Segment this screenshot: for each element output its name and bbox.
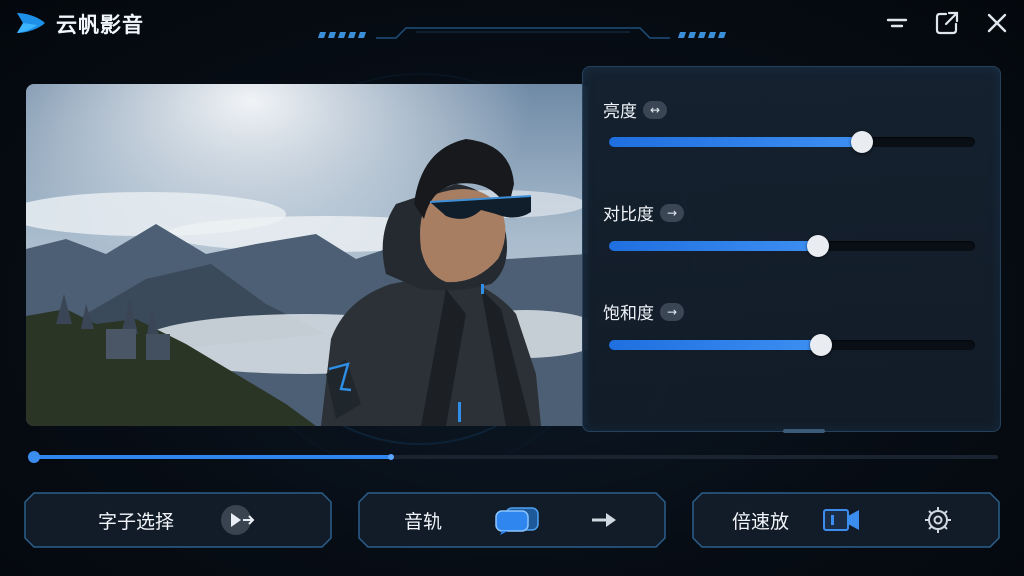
brightness-label: 亮度 ↔ <box>603 97 667 122</box>
playback-speed-label: 倍速放 <box>732 511 790 533</box>
saturation-slider-fill <box>609 340 822 350</box>
adjust-panel: 亮度 ↔ 对比度 → 饱和度 → <box>582 66 1001 433</box>
title-bar: 云帆影音 <box>0 0 1024 44</box>
play-forward-icon <box>221 505 255 535</box>
subtitle-select-label: 字子选择 <box>98 511 175 533</box>
video-camera-icon <box>823 509 859 531</box>
brightness-slider-handle[interactable] <box>850 131 873 153</box>
chat-bubbles-icon <box>495 507 539 535</box>
contrast-slider[interactable] <box>609 235 975 257</box>
title-deco-right <box>678 32 726 38</box>
arrow-right-icon <box>592 513 616 527</box>
minimize-button[interactable] <box>884 10 910 36</box>
settings-gear-icon[interactable] <box>924 506 952 534</box>
audio-track-label: 音轨 <box>404 511 443 533</box>
swap-icon: ↔ <box>643 100 667 119</box>
video-frame[interactable] <box>26 84 588 426</box>
contrast-slider-fill <box>609 241 818 251</box>
saturation-label: 饱和度 → <box>603 299 684 324</box>
progress-handle[interactable] <box>387 454 394 460</box>
brightness-slider-fill <box>609 137 862 147</box>
saturation-slider-handle[interactable] <box>810 334 833 356</box>
playback-progress-bar[interactable] <box>28 451 998 463</box>
close-button[interactable] <box>984 10 1010 36</box>
subtitle-select-button[interactable]: 字子选择 <box>24 492 332 548</box>
title-deco-line <box>376 27 670 39</box>
app-title: 云帆影音 <box>56 13 144 37</box>
contrast-slider-handle[interactable] <box>806 235 829 257</box>
progress-start-dot <box>28 451 40 463</box>
contrast-label: 对比度 → <box>603 200 684 225</box>
popout-button[interactable] <box>934 10 960 36</box>
audio-track-button[interactable]: 音轨 <box>358 492 666 548</box>
button-frame <box>24 492 332 548</box>
progress-fill <box>34 455 391 459</box>
play-logo-icon <box>17 13 45 33</box>
title-deco-left <box>318 32 366 38</box>
arrow-right-icon: → <box>660 203 684 222</box>
arrow-right-icon: → <box>660 302 684 321</box>
saturation-slider[interactable] <box>609 334 975 356</box>
video-image <box>26 84 588 426</box>
brightness-slider[interactable] <box>609 131 975 153</box>
playback-speed-button[interactable]: 倍速放 <box>692 492 1000 548</box>
